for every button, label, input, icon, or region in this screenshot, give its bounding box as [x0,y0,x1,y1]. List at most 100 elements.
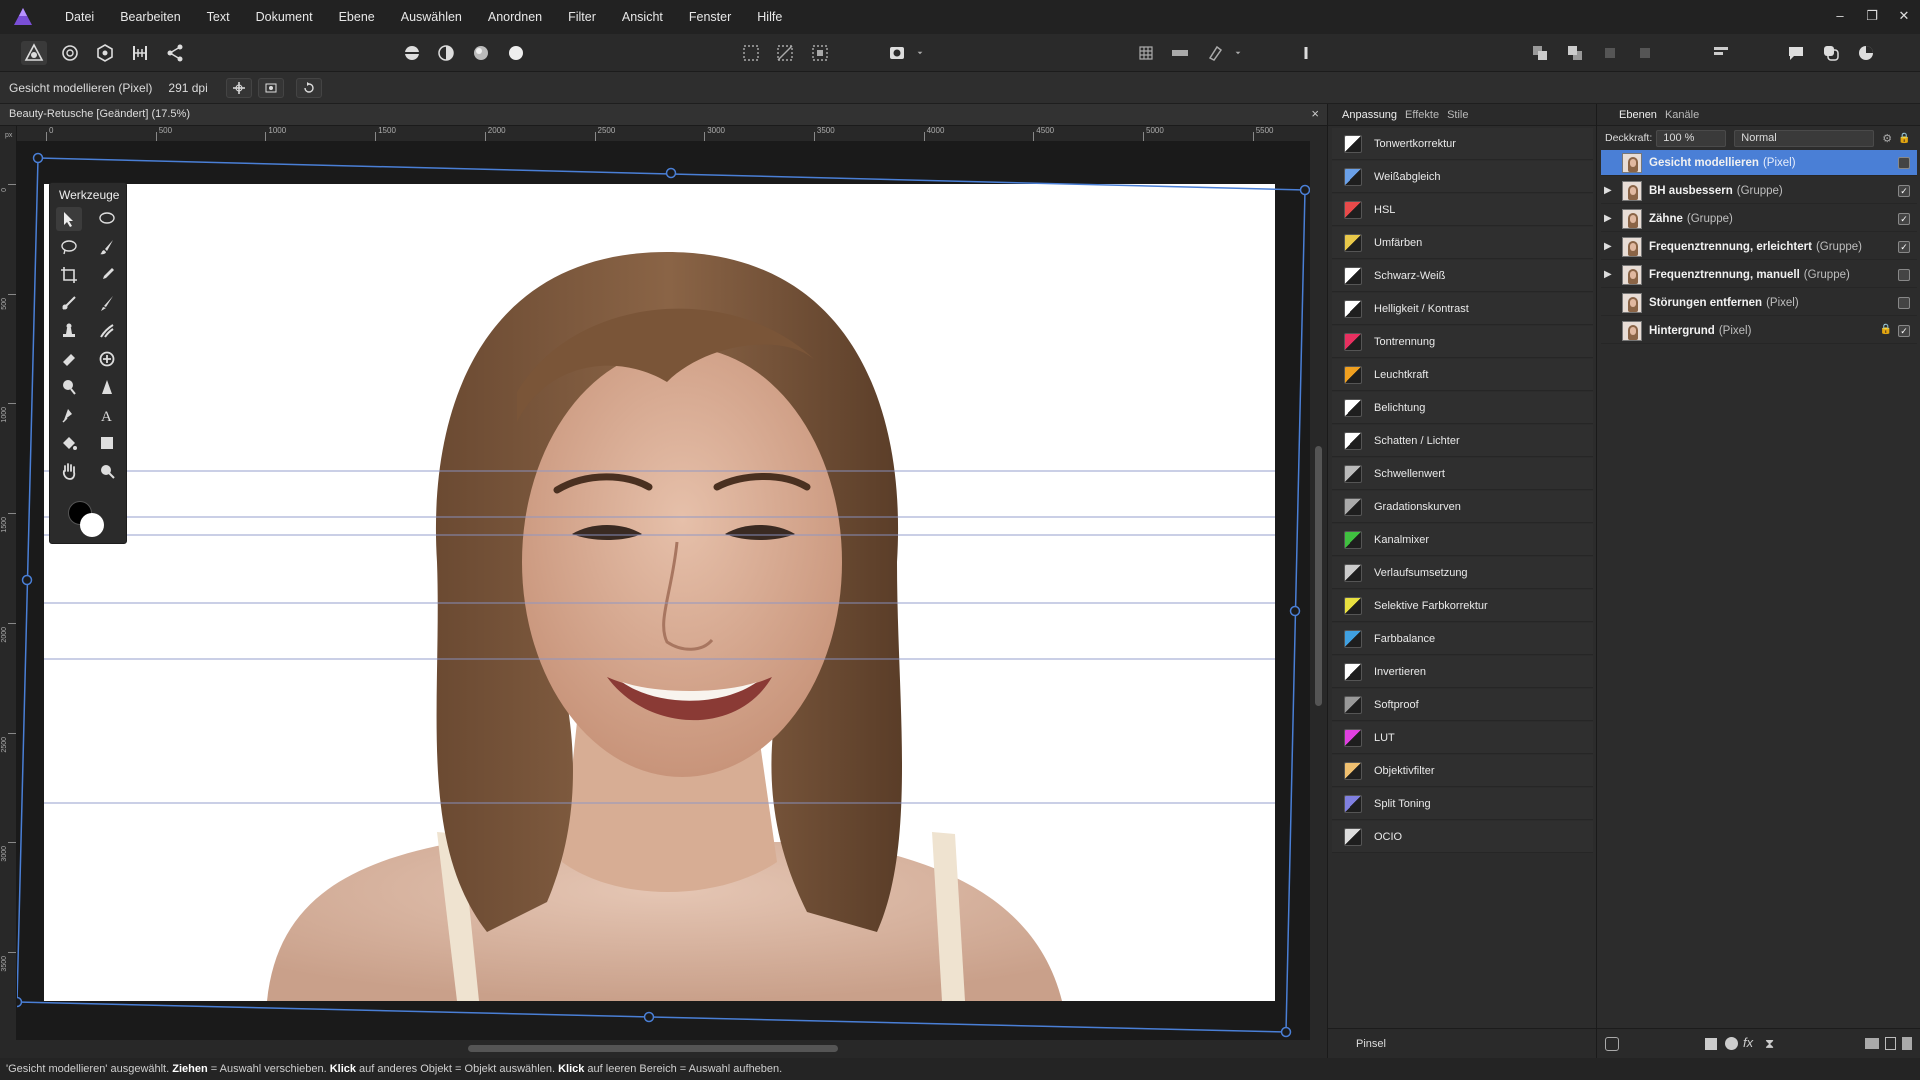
auto-contrast-icon[interactable] [433,41,459,65]
marquee-select-icon[interactable] [738,41,764,65]
adjustment-item[interactable]: Split Toning [1332,788,1593,820]
opacity-field[interactable]: 100 % [1656,129,1727,147]
photo-persona-button[interactable] [21,41,47,65]
layer-row[interactable]: Hintergrund (Pixel) ✓ 🔒 [1601,318,1917,344]
menu-item-7[interactable]: Filter [555,0,609,34]
adjustment-item[interactable]: Tontrennung [1332,326,1593,358]
arrange-backward-icon[interactable] [1562,41,1588,65]
tab-pinsel[interactable]: Pinsel [1356,1038,1386,1050]
transform-icon[interactable] [257,77,284,98]
tab-kanaele[interactable]: Kanäle [1665,109,1699,121]
auto-colors-icon[interactable] [468,41,494,65]
tone-mapping-persona-button[interactable] [127,41,153,65]
snapping-options-icon[interactable] [1167,41,1193,65]
close-document-icon[interactable]: × [1311,106,1319,121]
export-persona-button[interactable] [162,41,188,65]
expand-arrow-icon[interactable]: ▶ [1604,269,1620,280]
color-picker-icon[interactable] [1853,41,1879,65]
menu-item-6[interactable]: Anordnen [475,0,555,34]
layer-lock-icon[interactable]: 🔒 [1880,324,1892,335]
liquify-persona-button[interactable] [57,41,83,65]
layer-visibility-checkbox[interactable] [1898,297,1910,309]
adjustment-item[interactable]: Gradationskurven [1332,491,1593,523]
adjustment-item[interactable]: Objektivfilter [1332,755,1593,787]
auto-levels-icon[interactable] [399,41,425,65]
menu-item-10[interactable]: Hilfe [744,0,795,34]
layer-row[interactable]: Gesicht modellieren (Pixel) [1601,150,1917,176]
close-window-button[interactable]: ✕ [1888,0,1920,34]
pen-tool-icon[interactable] [56,403,82,427]
sharpen-tool-icon[interactable] [94,375,120,399]
adjustment-item[interactable]: Softproof [1332,689,1593,721]
adjustment-item[interactable]: Schwellenwert [1332,458,1593,490]
rectangle-tool-icon[interactable] [94,431,120,455]
adjustment-item[interactable]: Umfärben [1332,227,1593,259]
expand-arrow-icon[interactable]: ▶ [1604,241,1620,252]
add-fx-icon[interactable]: fx [1743,1035,1753,1050]
layer-visibility-checkbox[interactable]: ✓ [1898,213,1910,225]
expand-arrow-icon[interactable]: ▶ [1604,213,1620,224]
tab-stile[interactable]: Stile [1447,109,1468,121]
adjustment-item[interactable]: Leuchtkraft [1332,359,1593,391]
smudge-tool-icon[interactable] [94,319,120,343]
develop-persona-button[interactable] [92,41,118,65]
menu-item-3[interactable]: Dokument [243,0,326,34]
adjustment-item[interactable]: Kanalmixer [1332,524,1593,556]
layer-row[interactable]: Störungen entfernen (Pixel) [1601,290,1917,316]
layer-row[interactable]: ▶ BH ausbessern (Gruppe) ✓ [1601,178,1917,204]
boolean-icon[interactable] [1818,41,1844,65]
adjustment-item[interactable]: Verlaufsumsetzung [1332,557,1593,589]
layer-visibility-checkbox[interactable] [1898,157,1910,169]
layer-visibility-checkbox[interactable]: ✓ [1898,185,1910,197]
ruler-horizontal[interactable]: 0 500 1000 1500 2000 2500 3000 3500 4000 4500 5000… [17,126,1310,142]
hand-tool-icon[interactable] [56,459,82,483]
minimize-button[interactable]: – [1824,0,1856,34]
tab-anpassung[interactable]: Anpassung [1342,109,1397,121]
snapping-grid-icon[interactable] [1133,41,1159,65]
layer-row[interactable]: ▶ Zähne (Gruppe) ✓ [1601,206,1917,232]
menu-item-8[interactable]: Ansicht [609,0,676,34]
rotate-icon[interactable] [295,77,322,98]
menu-item-4[interactable]: Ebene [326,0,388,34]
add-live-filter-icon[interactable]: ⧗ [1765,1036,1774,1052]
gear-icon[interactable]: ⚙ [1882,132,1892,145]
assistant-icon[interactable] [1783,41,1809,65]
arrange-forward-icon[interactable] [1527,41,1553,65]
restore-button[interactable]: ❐ [1856,0,1888,34]
zoom-tool-icon[interactable] [94,459,120,483]
vertical-scrollbar[interactable] [1310,126,1327,1040]
eraser-tool-icon[interactable] [56,347,82,371]
adjustment-item[interactable]: HSL [1332,194,1593,226]
menu-item-2[interactable]: Text [194,0,243,34]
adjustment-item[interactable]: Schwarz-Weiß [1332,260,1593,292]
adjustment-item[interactable]: Weißabgleich [1332,161,1593,193]
context-help-icon[interactable] [1293,41,1319,65]
flood-select-icon[interactable] [56,291,82,315]
color-picker-tool-icon[interactable] [94,263,120,287]
adjustment-item[interactable]: Tonwertkorrektur [1332,128,1593,160]
layer-row[interactable]: ▶ Frequenztrennung, manuell (Gruppe) [1601,262,1917,288]
crop-tool-icon[interactable] [56,263,82,287]
adjustment-item[interactable]: Schatten / Lichter [1332,425,1593,457]
add-layer-icon[interactable] [1885,1037,1896,1050]
layer-visibility-checkbox[interactable]: ✓ [1898,325,1910,337]
menu-item-0[interactable]: Datei [52,0,107,34]
adjustment-item[interactable]: Selektive Farbkorrektur [1332,590,1593,622]
add-group-icon[interactable] [1865,1038,1879,1049]
expand-arrow-icon[interactable]: ▶ [1604,185,1620,196]
menu-item-1[interactable]: Bearbeiten [107,0,193,34]
quick-mask-icon[interactable] [884,41,910,65]
menu-item-9[interactable]: Fenster [676,0,744,34]
ruler-vertical[interactable]: px 0 500 1000 1500 2000 2500 3000 3500 [0,126,17,1040]
horizontal-scroll-thumb[interactable] [468,1045,838,1052]
tab-effekte[interactable]: Effekte [1405,109,1439,121]
selection-brush-icon[interactable] [94,207,120,231]
adjustment-item[interactable]: OCIO [1332,821,1593,853]
layer-row[interactable]: ▶ Frequenztrennung, erleichtert (Gruppe) ✓ [1601,234,1917,260]
brush-tool-icon[interactable] [94,291,120,315]
clone-stamp-icon[interactable] [56,319,82,343]
healing-brush-icon[interactable] [94,347,120,371]
move-tool-icon[interactable] [225,77,252,98]
affinity-photo-icon[interactable] [12,6,34,28]
adjustment-item[interactable]: Invertieren [1332,656,1593,688]
